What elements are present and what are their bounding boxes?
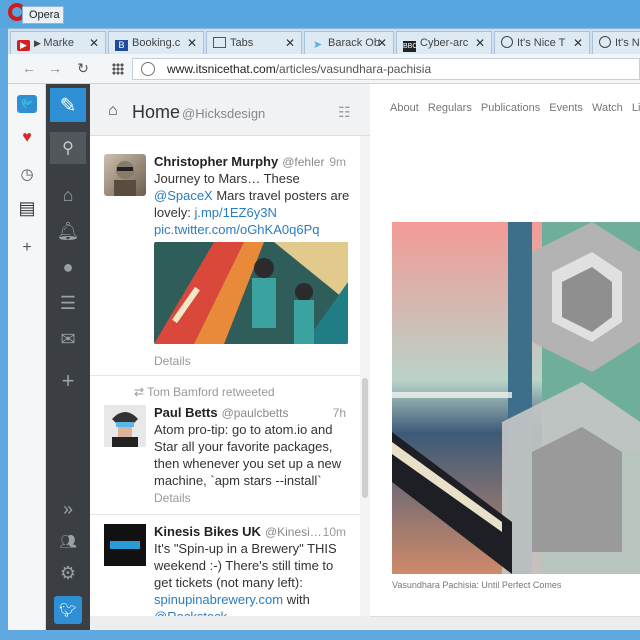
close-tab-icon[interactable]: ✕ (187, 32, 197, 54)
close-tab-icon[interactable]: ✕ (285, 32, 295, 54)
column-settings-icon[interactable]: ☷ (338, 104, 351, 121)
close-tab-icon[interactable]: ✕ (475, 32, 485, 54)
tweet-text: Journey to Mars… These @SpaceX Mars trav… (154, 171, 350, 237)
add-icon[interactable]: + (8, 234, 46, 262)
home-icon[interactable]: ⌂ (46, 178, 90, 212)
opera-sidebar: 🐦 ♥ ◷ ▤ + (8, 84, 46, 630)
web-page: About Regulars Publications Events Watch… (370, 84, 640, 630)
tweet-author[interactable]: Kinesis Bikes UK @Kinesi… (154, 524, 322, 539)
retweet-indicator: ⇄ Tom Bamford retweeted (134, 385, 275, 399)
close-tab-icon[interactable]: ✕ (377, 32, 387, 54)
settings-gear-icon[interactable]: ⚙ (46, 556, 90, 590)
home-column: ⌂ Home @Hicksdesign ☷ Christopher Murphy… (90, 84, 370, 630)
window-icon (213, 37, 226, 48)
accounts-icon[interactable]: 👥︎ (46, 524, 90, 558)
column-handle: @Hicksdesign (182, 106, 266, 121)
retweet-icon: ⇄ (134, 385, 148, 399)
reload-icon[interactable]: ↻ (74, 60, 92, 77)
tweet-time: 7h (332, 406, 346, 420)
navigation-toolbar: ← → ↻ www.itsnicethat.com/articles/vasun… (8, 54, 640, 84)
media-link[interactable]: pic.twitter.com/oGhKA0q6Pq (154, 222, 319, 237)
avatar[interactable] (104, 524, 146, 566)
globe-icon (501, 36, 513, 48)
forward-arrow-icon[interactable]: → (46, 60, 64, 76)
search-icon: ⚲ (62, 140, 74, 157)
twitter-bird-icon[interactable]: 🐦︎ (54, 596, 82, 624)
details-link[interactable]: Details (154, 491, 191, 505)
avatar[interactable] (104, 154, 146, 196)
booking-icon: B (115, 40, 128, 51)
youtube-icon: ▶ (17, 40, 30, 51)
add-column-icon[interactable]: + (46, 364, 90, 398)
notifications-bell-icon[interactable]: 🔔︎ (46, 214, 90, 248)
column-scrollbar[interactable] (360, 136, 370, 630)
avatar[interactable] (104, 405, 146, 447)
back-arrow-icon[interactable]: ← (20, 60, 38, 76)
nav-link-watch[interactable]: Watch (592, 102, 623, 114)
site-nav: About Regulars Publications Events Watch… (390, 102, 640, 114)
tab-cyber[interactable]: BBC Cyber-arc ✕ (396, 31, 492, 55)
tab-barack[interactable]: ➤ Barack Ob ✕ (304, 31, 394, 55)
tab-nice-1[interactable]: It's Nice T ✕ (494, 31, 590, 55)
twitter-bird-icon: 🐦 (17, 95, 37, 113)
scrollbar-thumb[interactable] (362, 378, 368, 498)
nav-link-about[interactable]: About (390, 102, 419, 114)
opera-menu-button[interactable]: Opera (22, 6, 64, 24)
tweetdeck-nav: ✎ ⚲ ⌂ 🔔︎ ● ☰ ✉ + » 👥︎ ⚙ 🐦︎ (46, 84, 90, 630)
column-header: ⌂ Home @Hicksdesign ☷ (90, 84, 370, 136)
compose-tweet-button[interactable]: ✎ (50, 88, 86, 122)
tab-strip: ▶ ▶ Marke ✕ B Booking.c ✕ Tabs ✕ ➤ Barack Ob ✕ … (8, 28, 640, 55)
expand-chevrons-icon[interactable]: » (46, 492, 90, 526)
feather-icon: ✎ (59, 94, 77, 117)
speed-dial-grid-icon[interactable] (112, 63, 124, 75)
tweet-media-image[interactable] (154, 242, 348, 344)
tweet-item[interactable]: Christopher Murphy @fehler 9m Journey to … (90, 136, 360, 376)
sidebar-tweetdeck[interactable]: 🐦 (8, 90, 46, 118)
profile-person-icon[interactable]: ● (46, 250, 90, 284)
artwork-caption: Vasundhara Pachisia: Until Perfect Comes (392, 580, 562, 590)
tweet-author[interactable]: Christopher Murphy @fehler (154, 154, 324, 169)
close-tab-icon[interactable]: ✕ (573, 32, 583, 54)
article-artwork-image[interactable] (392, 222, 640, 574)
nav-link-listen[interactable]: Liste (632, 102, 640, 114)
tweet-text: It's "Spin-up in a Brewery" THIS weekend… (154, 540, 354, 628)
title-bar: Opera (0, 0, 640, 28)
history-clock-icon[interactable]: ◷ (8, 160, 46, 188)
column-bottom-bar (90, 616, 370, 630)
nav-link-regulars[interactable]: Regulars (428, 102, 472, 114)
tab-youtube[interactable]: ▶ ▶ Marke ✕ (10, 31, 106, 55)
tweet-author[interactable]: Paul Betts @paulcbetts (154, 405, 288, 420)
home-icon: ⌂ (108, 102, 118, 119)
lists-icon[interactable]: ☰ (46, 286, 90, 320)
address-bar[interactable]: www.itsnicethat.com/articles/vasundhara-… (132, 58, 640, 80)
news-list-icon[interactable]: ▤ (8, 194, 46, 222)
globe-icon (599, 36, 611, 48)
url-link[interactable]: j.mp/1EZ6y3N (194, 205, 276, 220)
globe-icon (141, 62, 155, 76)
bbc-icon: BBC (403, 41, 418, 52)
mention-link[interactable]: @SpaceX (154, 188, 213, 203)
tweet-item[interactable]: ⇄ Tom Bamford retweeted Paul Betts @paulc… (90, 377, 360, 515)
tab-tabs[interactable]: Tabs ✕ (206, 31, 302, 55)
tweet-time: 9m (329, 155, 346, 169)
close-tab-icon[interactable]: ✕ (89, 32, 99, 54)
url-link[interactable]: spinupinabrewery.com (154, 592, 283, 607)
twitter-bird-icon: ➤ (312, 39, 323, 51)
tweet-time: 10m (322, 525, 346, 539)
tweet-text: Atom pro-tip: go to atom.io and Star all… (154, 422, 342, 488)
nav-link-publications[interactable]: Publications (481, 102, 540, 114)
nav-link-events[interactable]: Events (549, 102, 583, 114)
messages-envelope-icon[interactable]: ✉ (46, 322, 90, 356)
search-button[interactable]: ⚲ (50, 132, 86, 164)
heart-icon[interactable]: ♥ (8, 124, 46, 152)
column-title: Home (132, 102, 181, 122)
tweet-item[interactable]: Kinesis Bikes UK @Kinesi… 10m It's "Spin-… (90, 516, 360, 630)
tab-nice-2[interactable]: It's Nice (592, 31, 640, 55)
tab-booking[interactable]: B Booking.c ✕ (108, 31, 204, 55)
horizontal-scrollbar[interactable] (370, 616, 640, 630)
browser-window: Opera ▶ ▶ Marke ✕ B Booking.c ✕ Tabs ✕ ➤ Barac… (0, 0, 640, 640)
details-link[interactable]: Details (154, 354, 191, 368)
